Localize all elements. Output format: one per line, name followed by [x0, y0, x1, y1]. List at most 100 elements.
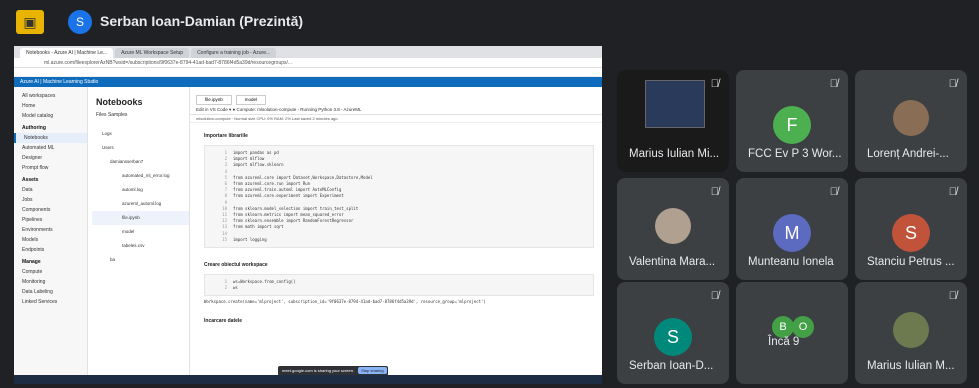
editor-tab[interactable]: file.ipynb: [196, 95, 232, 105]
participant-avatar: M: [773, 214, 811, 252]
editor-toolbar[interactable]: Edit in VS Code ▾ ● Compute: mlsolution-…: [190, 105, 602, 115]
file-panel: Notebooks Files Samples Logs Users damians…: [88, 87, 190, 384]
participant-name: Serban Ioan-D...: [629, 360, 714, 372]
nav-item[interactable]: Home: [14, 101, 87, 111]
participant-tile[interactable]: B O Încă 9: [736, 282, 848, 384]
participant-name: Marius Iulian Mi...: [629, 148, 720, 160]
nav-item[interactable]: Prompt flow: [14, 163, 87, 173]
tree-item[interactable]: automated_ml_error.log: [92, 169, 189, 183]
nav-item[interactable]: Data: [14, 185, 87, 195]
mic-muted-icon: 🎙̸: [710, 78, 719, 90]
participant-photo: [893, 312, 929, 348]
participant-avatar: S: [654, 318, 692, 356]
nav-item[interactable]: Automated ML: [14, 143, 87, 153]
participant-name: Valentina Mara...: [629, 256, 716, 268]
code-line: 2 ws: [224, 285, 238, 291]
mic-muted-icon: 🎙̸: [829, 78, 838, 90]
presentation-icon: ▣: [16, 10, 44, 34]
nav-item[interactable]: Environments: [14, 225, 87, 235]
browser-tabstrip: Notebooks - Azure AI | Machine Le... Azu…: [14, 46, 602, 58]
nav-item[interactable]: Notebooks: [14, 133, 87, 143]
tree-item[interactable]: damiansserban7: [92, 155, 189, 169]
meet-header: ▣ S Serban Ioan-Damian (Prezintă): [0, 0, 979, 44]
notebook-editor: file.ipynb model Edit in VS Code ▾ ● Com…: [190, 95, 602, 384]
nav-item[interactable]: Monitoring: [14, 277, 87, 287]
browser-tab[interactable]: Azure ML Workspace Setup: [115, 48, 190, 58]
left-nav: All workspaces Home Model catalog Authoring…: [14, 87, 88, 384]
browser-tab[interactable]: Configure a training job - Azure...: [191, 48, 277, 58]
markdown-heading: Importare librariile: [204, 133, 248, 139]
participant-tile[interactable]: S 🎙̸ Stanciu Petrus ...: [855, 178, 967, 280]
nav-section-label: Manage: [22, 259, 41, 265]
file-tree: Logs Users damiansserban7 automated_ml_erro…: [92, 127, 189, 267]
tree-item[interactable]: automl.log: [92, 183, 189, 197]
nav-item[interactable]: Data Labeling: [14, 287, 87, 297]
participant-name: FCC Ev P 3 Wor...: [748, 148, 842, 160]
tree-item[interactable]: ba: [92, 253, 189, 267]
code-line: 15 import logging: [222, 236, 267, 242]
nav-item[interactable]: Models: [14, 235, 87, 245]
participant-name: Marius Iulian M...: [867, 360, 955, 372]
notebook-area: Importare librariile 1 import pandas as p…: [190, 125, 602, 384]
tree-item[interactable]: Logs: [92, 127, 189, 141]
participant-name: Încă 9: [768, 336, 800, 348]
nav-item[interactable]: Compute: [14, 267, 87, 277]
presenter-avatar: S: [68, 10, 92, 34]
nav-item[interactable]: Endpoints: [14, 245, 87, 255]
shared-screen: Notebooks - Azure AI | Machine Le... Azu…: [14, 46, 602, 384]
code-cell[interactable]: 1 ws=Workspace.from_config() 2 ws: [204, 274, 594, 297]
share-text: meet.google.com is sharing your screen.: [282, 368, 355, 373]
tree-item[interactable]: azureml_automl.log: [92, 197, 189, 211]
participant-photo: [893, 100, 929, 136]
cell-output: Workspace.create(name='mlproject', subsc…: [204, 299, 486, 305]
nav-item[interactable]: Linked Services: [14, 297, 87, 307]
participant-photo: [655, 208, 691, 244]
participant-name: Lorenț Andrei-...: [867, 148, 949, 160]
editor-status: mlsolution-compute · Normal size CPU: 0%…: [190, 115, 602, 123]
participant-tile[interactable]: 🎙̸ Marius Iulian M...: [855, 282, 967, 384]
mic-muted-icon: 🎙̸: [710, 290, 719, 302]
azure-header: Azure AI | Machine Learning Studio: [14, 77, 602, 87]
azure-app-title: Azure AI | Machine Learning Studio: [20, 79, 99, 85]
tree-item[interactable]: Users: [92, 141, 189, 155]
browser-tab[interactable]: Notebooks - Azure AI | Machine Le...: [20, 48, 114, 58]
nav-item[interactable]: Model catalog: [14, 111, 87, 121]
participant-avatar: O: [792, 316, 814, 338]
presenter-title: Serban Ioan-Damian (Prezintă): [100, 13, 304, 29]
nav-section-label: Authoring: [22, 125, 46, 131]
windows-taskbar: [14, 375, 602, 384]
mic-muted-icon: 🎙̸: [948, 186, 957, 198]
nav-section-label: Assets: [22, 177, 39, 183]
participant-tile[interactable]: 🎙̸ Lorenț Andrei-...: [855, 70, 967, 172]
nav-item[interactable]: Jobs: [14, 195, 87, 205]
markdown-heading: Creare obiectul workspace: [204, 262, 268, 269]
stop-sharing-button[interactable]: Stop sharing: [358, 367, 387, 374]
mic-muted-icon: 🎙̸: [948, 290, 957, 302]
address-bar[interactable]: ml.azure.com/fileexplorerAzNB?wsid=/subs…: [14, 58, 602, 68]
participant-avatar: F: [773, 106, 811, 144]
mic-muted-icon: 🎙̸: [948, 78, 957, 90]
nav-item[interactable]: Designer: [14, 153, 87, 163]
code-cell[interactable]: 1 import pandas as pd 2 import mlflow 3 impor…: [204, 145, 594, 249]
files-tabs[interactable]: Files Samples: [96, 112, 127, 118]
participant-tile[interactable]: 🎙̸ Marius Iulian Mi...: [617, 70, 729, 172]
editor-tab[interactable]: model: [235, 95, 267, 105]
participant-tile[interactable]: M 🎙̸ Munteanu Ionela: [736, 178, 848, 280]
nav-item[interactable]: All workspaces: [14, 91, 87, 101]
participant-tile[interactable]: F 🎙̸ FCC Ev P 3 Wor...: [736, 70, 848, 172]
participant-avatar: S: [892, 214, 930, 252]
participant-tile[interactable]: 🎙̸ Valentina Mara...: [617, 178, 729, 280]
markdown-heading: Incarcare datele: [204, 318, 243, 325]
nav-item[interactable]: Pipelines: [14, 215, 87, 225]
tree-item[interactable]: file.ipynb: [92, 211, 189, 225]
tree-item[interactable]: tabeles.csv: [92, 239, 189, 253]
nav-item[interactable]: Components: [14, 205, 87, 215]
tree-item[interactable]: model: [92, 225, 189, 239]
participant-tile[interactable]: S 🎙̸ Serban Ioan-D...: [617, 282, 729, 384]
participant-avatar: B: [772, 316, 794, 338]
participant-name: Stanciu Petrus ...: [867, 256, 955, 268]
participant-name: Munteanu Ionela: [748, 256, 834, 268]
mic-muted-icon: 🎙̸: [829, 186, 838, 198]
bookmarks-bar: [14, 68, 602, 77]
files-title: Notebooks: [96, 97, 143, 107]
